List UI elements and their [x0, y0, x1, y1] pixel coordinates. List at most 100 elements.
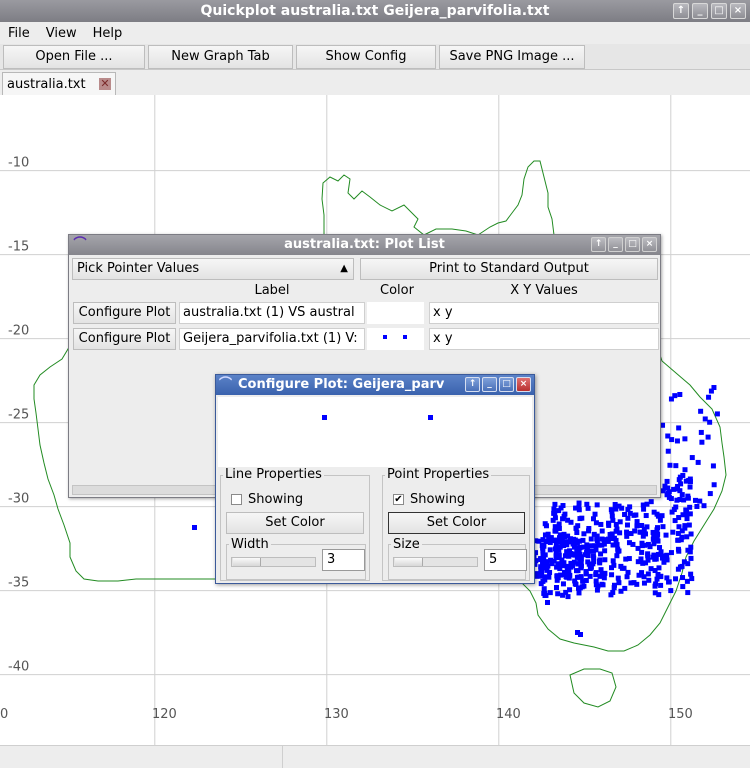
status-segment: [282, 746, 750, 768]
data-point: [648, 499, 654, 505]
data-point: [579, 515, 585, 521]
point-showing-checkbox[interactable]: ✔ Showing: [393, 492, 465, 507]
plot-list-controls: ↑ _ □ ×: [591, 237, 657, 252]
minimize-icon[interactable]: _: [608, 237, 623, 252]
data-point: [560, 581, 566, 587]
data-point: [698, 408, 704, 414]
plot-color-swatch[interactable]: [367, 302, 424, 324]
slider-handle[interactable]: [233, 558, 261, 566]
maximize-icon[interactable]: □: [499, 377, 514, 392]
maximize-icon[interactable]: □: [711, 3, 727, 19]
raise-icon[interactable]: ↑: [673, 3, 689, 19]
data-point: [586, 528, 592, 534]
point-set-color-button[interactable]: Set Color: [388, 512, 525, 534]
print-stdout-button[interactable]: Print to Standard Output: [360, 258, 658, 280]
data-point: [591, 559, 597, 565]
data-point: [671, 486, 677, 492]
data-point: [659, 513, 665, 519]
size-label: Size: [391, 537, 422, 552]
data-point: [552, 528, 558, 534]
minimize-icon[interactable]: _: [482, 377, 497, 392]
data-point: [545, 600, 550, 605]
configure-plot-button[interactable]: Configure Plot: [73, 328, 176, 350]
data-point: [558, 538, 564, 544]
line-showing-checkbox[interactable]: Showing: [231, 492, 303, 507]
data-point: [599, 528, 605, 534]
data-point: [599, 536, 605, 542]
data-point: [654, 576, 660, 582]
data-point: [652, 556, 658, 562]
data-point: [664, 552, 670, 558]
close-icon[interactable]: ✕: [99, 78, 111, 90]
configure-plot-button[interactable]: Configure Plot: [73, 302, 176, 324]
tab-australia[interactable]: australia.txt ✕: [2, 72, 116, 95]
data-point: [556, 521, 562, 527]
data-point: [671, 507, 677, 513]
close-icon[interactable]: ×: [642, 237, 657, 252]
data-point: [564, 568, 570, 574]
data-point: [687, 484, 693, 490]
y-tick-label: -35: [8, 576, 29, 591]
data-point: [543, 523, 549, 529]
data-point: [592, 511, 598, 517]
configure-title-bar[interactable]: ⌒ Configure Plot: Geijera_parv ↑ _ □ ×: [216, 375, 534, 395]
data-point: [685, 590, 691, 596]
size-slider[interactable]: [393, 557, 478, 567]
raise-icon[interactable]: ↑: [465, 377, 480, 392]
close-icon[interactable]: ×: [730, 3, 746, 19]
data-point: [611, 562, 617, 568]
width-spin-input[interactable]: 3: [322, 549, 365, 571]
data-point: [626, 556, 632, 562]
data-point: [615, 548, 621, 554]
menu-file[interactable]: File: [0, 26, 38, 41]
size-spin-input[interactable]: 5: [484, 549, 527, 571]
header-label: Label: [254, 283, 290, 298]
data-point: [192, 525, 197, 530]
xy-values-field[interactable]: x y: [429, 302, 659, 324]
data-point: [614, 553, 620, 559]
data-point: [587, 566, 593, 572]
plot-preview: [218, 397, 532, 467]
data-point: [584, 542, 590, 548]
plot-color-swatch[interactable]: [367, 328, 424, 350]
data-point: [551, 506, 557, 512]
save-png-button[interactable]: Save PNG Image ...: [439, 44, 585, 69]
menu-help[interactable]: Help: [85, 26, 131, 41]
data-point: [636, 572, 642, 578]
maximize-icon[interactable]: □: [625, 237, 640, 252]
plot-list-title-bar[interactable]: ⌒ australia.txt: Plot List ↑ _ □ ×: [69, 235, 660, 255]
new-graph-tab-button[interactable]: New Graph Tab: [148, 44, 293, 69]
xy-values-field[interactable]: x y: [429, 328, 659, 350]
data-point: [590, 553, 596, 559]
data-point: [687, 476, 693, 482]
line-properties-label: Line Properties: [223, 467, 324, 482]
menu-view[interactable]: View: [38, 26, 85, 41]
raise-icon[interactable]: ↑: [591, 237, 606, 252]
data-point: [689, 576, 695, 582]
line-set-color-button[interactable]: Set Color: [226, 512, 364, 534]
data-point: [654, 527, 660, 533]
slider-handle[interactable]: [395, 558, 423, 566]
data-point: [599, 542, 605, 548]
data-point: [578, 632, 583, 637]
data-point: [698, 429, 704, 435]
plot-label-field[interactable]: Geijera_parvifolia.txt (1) V:: [179, 328, 365, 350]
close-icon[interactable]: ×: [516, 377, 531, 392]
data-point: [548, 535, 554, 541]
data-point: [645, 571, 651, 577]
open-file-button[interactable]: Open File ...: [3, 44, 145, 69]
data-point: [609, 572, 615, 578]
data-point: [676, 425, 682, 431]
data-point: [657, 545, 663, 551]
data-point: [598, 521, 604, 527]
data-point: [673, 463, 679, 469]
width-slider[interactable]: [231, 557, 316, 567]
minimize-icon[interactable]: _: [692, 3, 708, 19]
app-icon: ⌒: [73, 237, 87, 252]
data-point: [669, 437, 675, 443]
data-point: [655, 531, 661, 537]
data-point: [668, 396, 674, 402]
plot-label-field[interactable]: australia.txt (1) VS austral: [179, 302, 365, 324]
show-config-button[interactable]: Show Config: [296, 44, 436, 69]
pick-pointer-combo[interactable]: Pick Pointer Values ▲: [72, 258, 354, 280]
